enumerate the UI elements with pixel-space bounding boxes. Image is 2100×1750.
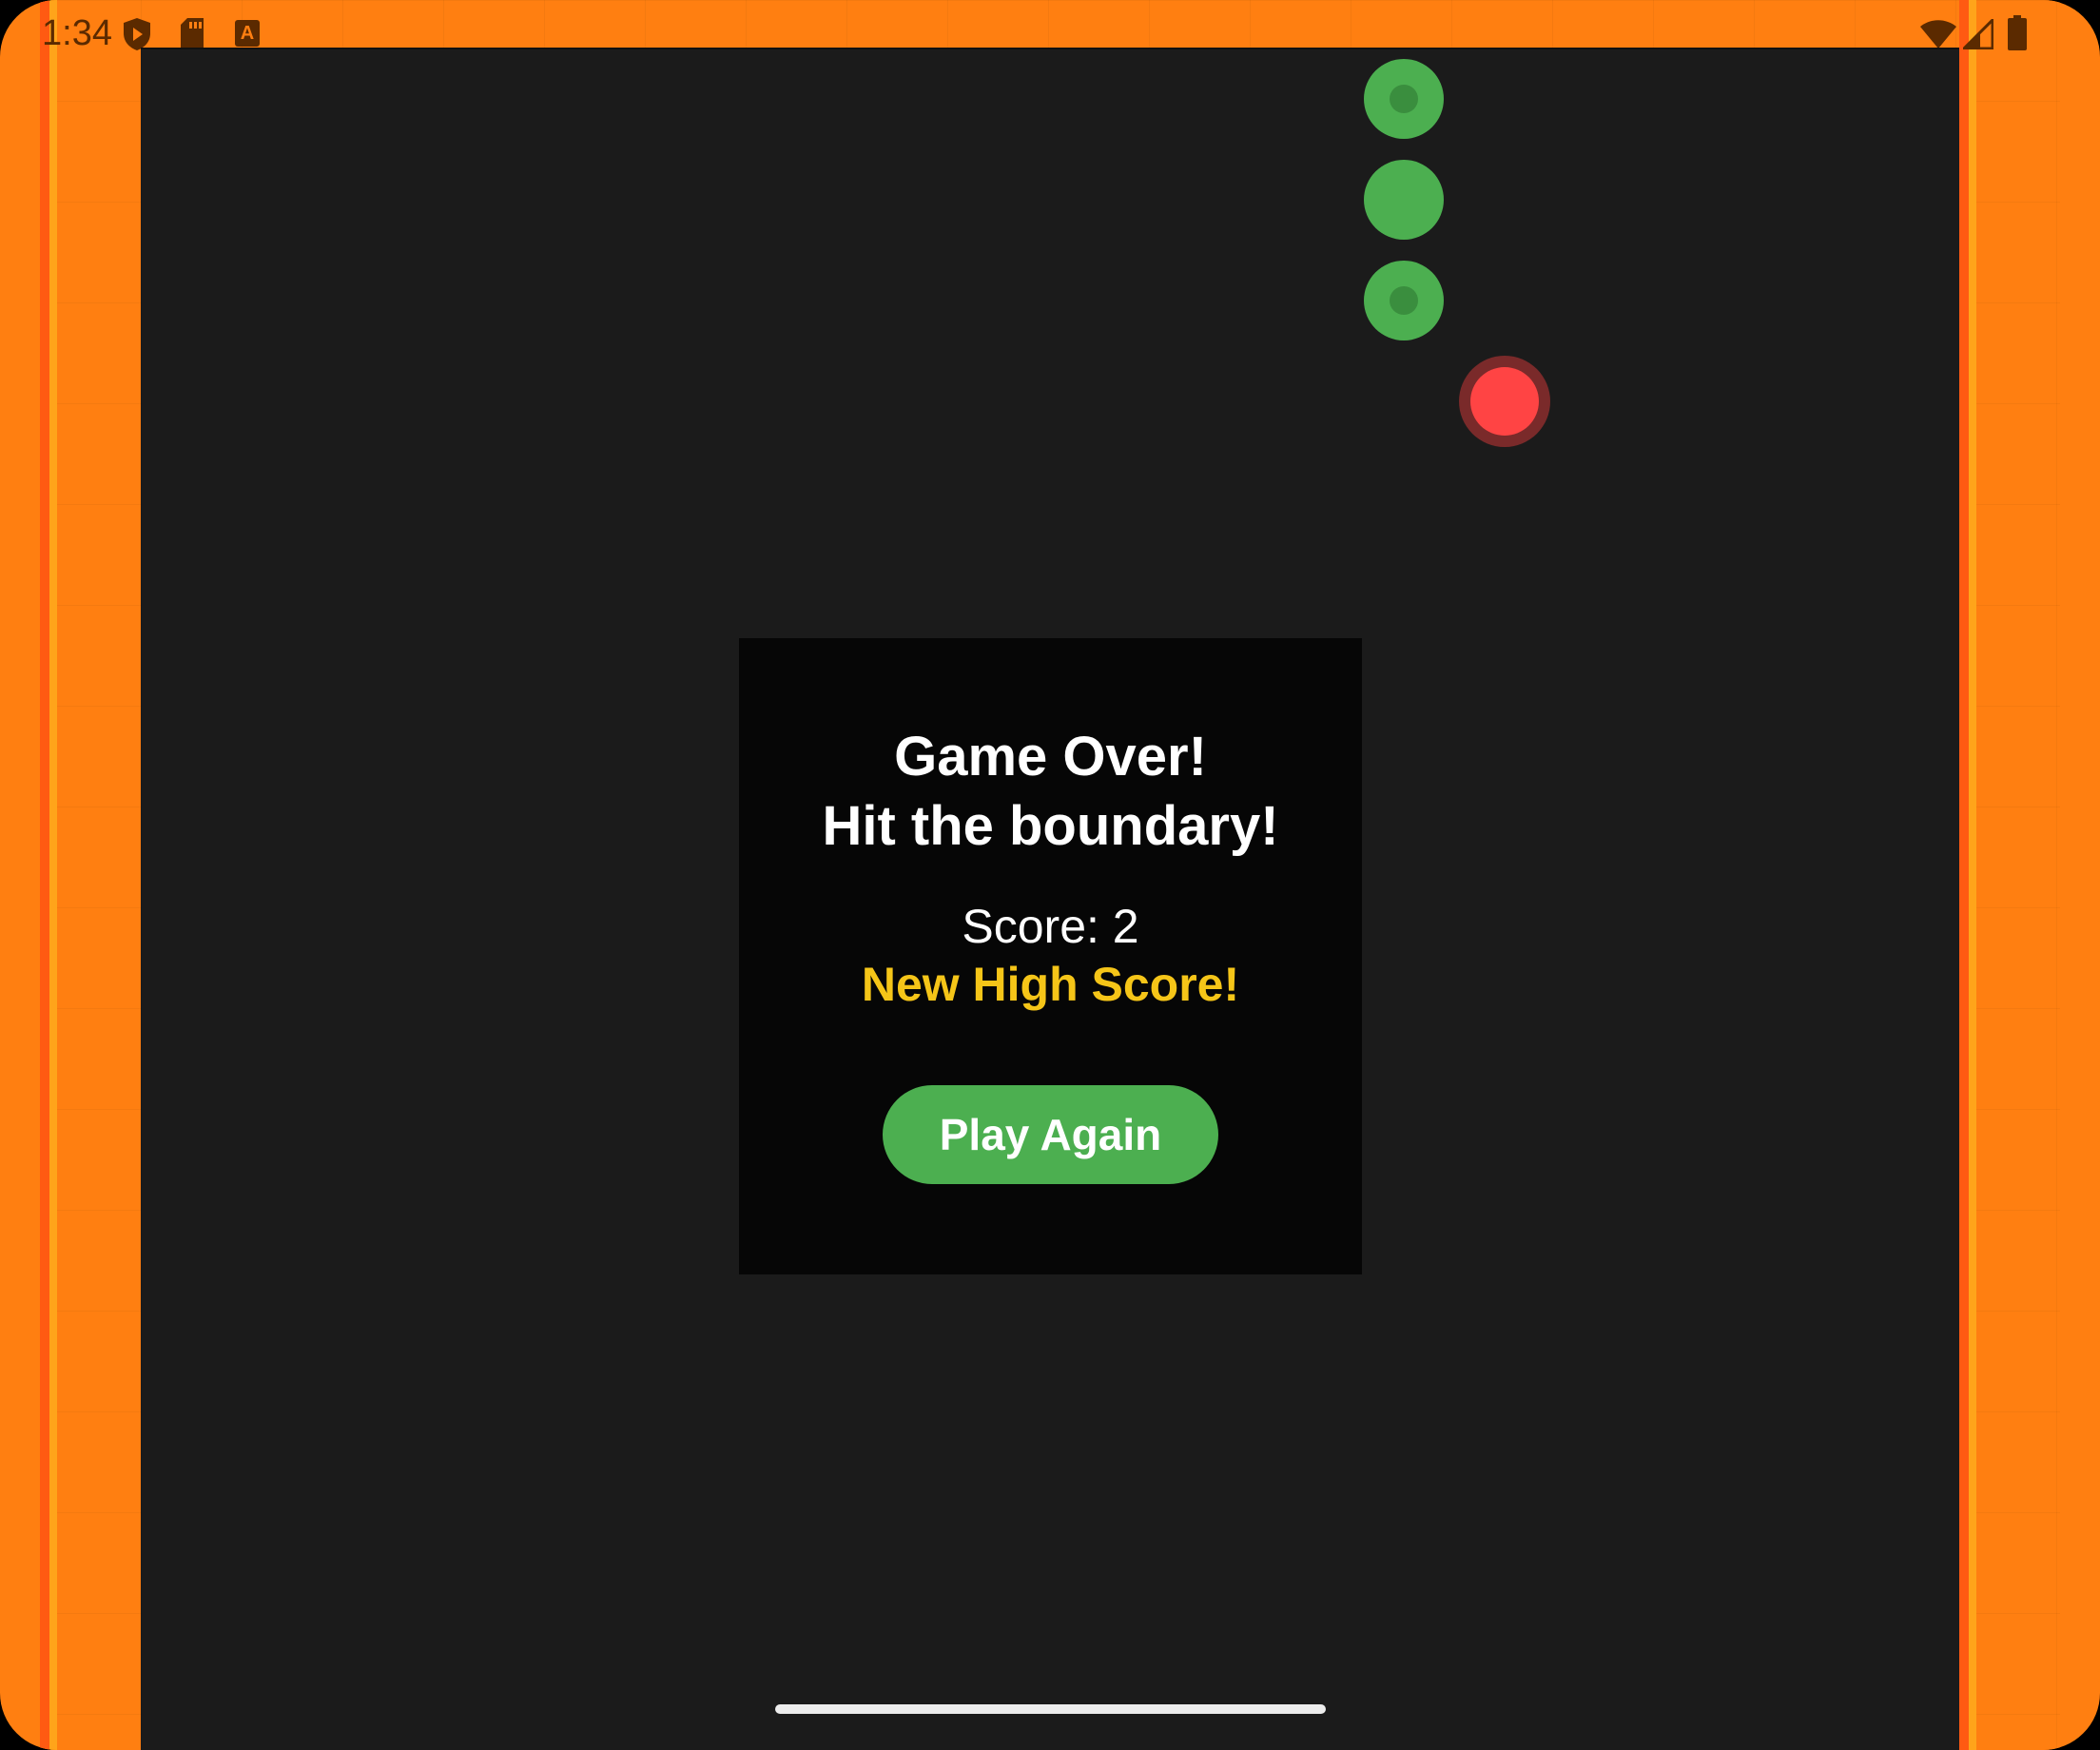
signal-icon bbox=[1960, 16, 1994, 54]
battery-icon bbox=[2007, 15, 2028, 56]
right-border-highlight bbox=[1969, 0, 1976, 1750]
snake-segment bbox=[1364, 261, 1444, 340]
score-text: Score: 2 bbox=[962, 900, 1139, 953]
new-high-score-text: New High Score! bbox=[861, 958, 1240, 1011]
game-over-title: Game Over! Hit the boundary! bbox=[739, 722, 1362, 861]
device-screen: 1:34 A Game Over! Hit the boundary! Scor… bbox=[0, 0, 2100, 1750]
snake-segment bbox=[1364, 160, 1444, 240]
left-border-stripe bbox=[40, 0, 49, 1750]
play-again-button[interactable]: Play Again bbox=[883, 1085, 1218, 1184]
svg-text:A: A bbox=[241, 23, 254, 44]
food-apple bbox=[1459, 356, 1550, 447]
game-over-reason: Hit the boundary! bbox=[822, 795, 1279, 857]
game-over-heading: Game Over! bbox=[894, 726, 1207, 788]
snake-segment-marker bbox=[1390, 85, 1418, 113]
right-border-stripe bbox=[1959, 0, 1969, 1750]
status-time: 1:34 bbox=[42, 13, 112, 53]
home-indicator[interactable] bbox=[775, 1704, 1326, 1714]
snake-segment bbox=[1364, 59, 1444, 139]
food-apple-core bbox=[1470, 367, 1539, 436]
left-border-highlight bbox=[49, 0, 57, 1750]
snake-segment-marker bbox=[1390, 286, 1418, 315]
game-over-dialog: Game Over! Hit the boundary! Score: 2 Ne… bbox=[739, 638, 1362, 1274]
